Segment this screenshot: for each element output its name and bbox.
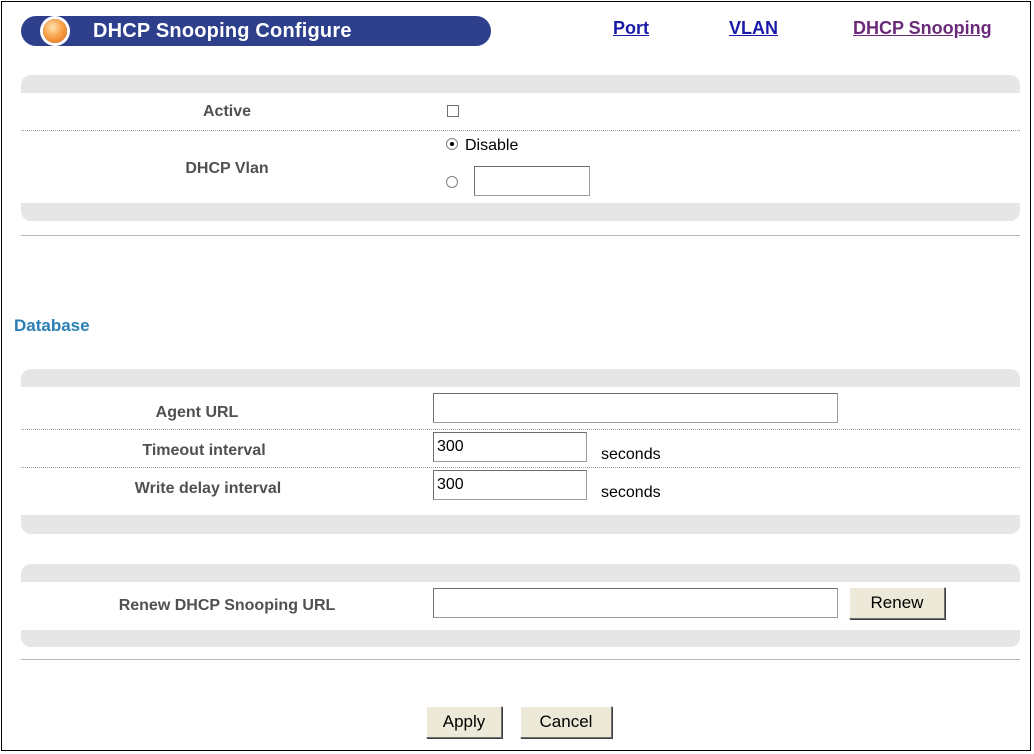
timeout-interval-label: Timeout interval bbox=[142, 442, 266, 459]
orange-ball-icon bbox=[43, 19, 67, 43]
separator bbox=[21, 235, 1020, 236]
renew-button[interactable]: Renew bbox=[849, 587, 945, 619]
timeout-unit: seconds bbox=[601, 446, 661, 463]
general-panel: Active DHCP Vlan Disable bbox=[21, 75, 1020, 221]
database-panel-body: Agent URL Timeout interval seconds Write… bbox=[21, 387, 1020, 515]
disable-option-label: Disable bbox=[465, 137, 519, 154]
nav-link-dhcp-snooping[interactable]: DHCP Snooping bbox=[853, 18, 992, 39]
database-panel: Agent URL Timeout interval seconds Write… bbox=[21, 369, 1020, 534]
nav-link-port[interactable]: Port bbox=[613, 18, 649, 39]
database-section-title: Database bbox=[14, 316, 90, 335]
renew-panel-body: Renew DHCP Snooping URL Renew bbox=[21, 582, 1020, 630]
renew-url-input[interactable] bbox=[433, 588, 838, 618]
nav-link-vlan[interactable]: VLAN bbox=[729, 18, 778, 39]
title-bar: DHCP Snooping Configure bbox=[21, 16, 491, 46]
write-delay-unit: seconds bbox=[601, 484, 661, 501]
general-panel-body: Active DHCP Vlan Disable bbox=[21, 93, 1020, 203]
dhcp-vlan-custom-radio[interactable] bbox=[446, 176, 458, 188]
timeout-interval-input[interactable] bbox=[433, 432, 587, 462]
page-frame: DHCP Snooping Configure Port VLAN DHCP S… bbox=[1, 1, 1031, 751]
dhcp-vlan-label: DHCP Vlan bbox=[185, 160, 269, 177]
renew-url-label: Renew DHCP Snooping URL bbox=[118, 597, 336, 614]
separator bbox=[21, 659, 1020, 660]
write-delay-interval-label: Write delay interval bbox=[134, 480, 282, 497]
page-title: DHCP Snooping Configure bbox=[93, 20, 352, 42]
cancel-button[interactable]: Cancel bbox=[520, 706, 612, 738]
write-delay-interval-input[interactable] bbox=[433, 470, 587, 500]
active-checkbox[interactable] bbox=[447, 105, 459, 117]
dhcp-vlan-input[interactable] bbox=[474, 166, 590, 196]
active-label: Active bbox=[202, 103, 252, 120]
apply-button[interactable]: Apply bbox=[426, 706, 502, 738]
agent-url-label: Agent URL bbox=[155, 404, 239, 421]
renew-panel: Renew DHCP Snooping URL Renew bbox=[21, 564, 1020, 647]
row-divider bbox=[21, 130, 1020, 131]
row-divider bbox=[21, 429, 1020, 430]
row-divider bbox=[21, 467, 1020, 468]
dhcp-vlan-disable-radio[interactable] bbox=[446, 138, 458, 150]
agent-url-input[interactable] bbox=[433, 393, 838, 423]
